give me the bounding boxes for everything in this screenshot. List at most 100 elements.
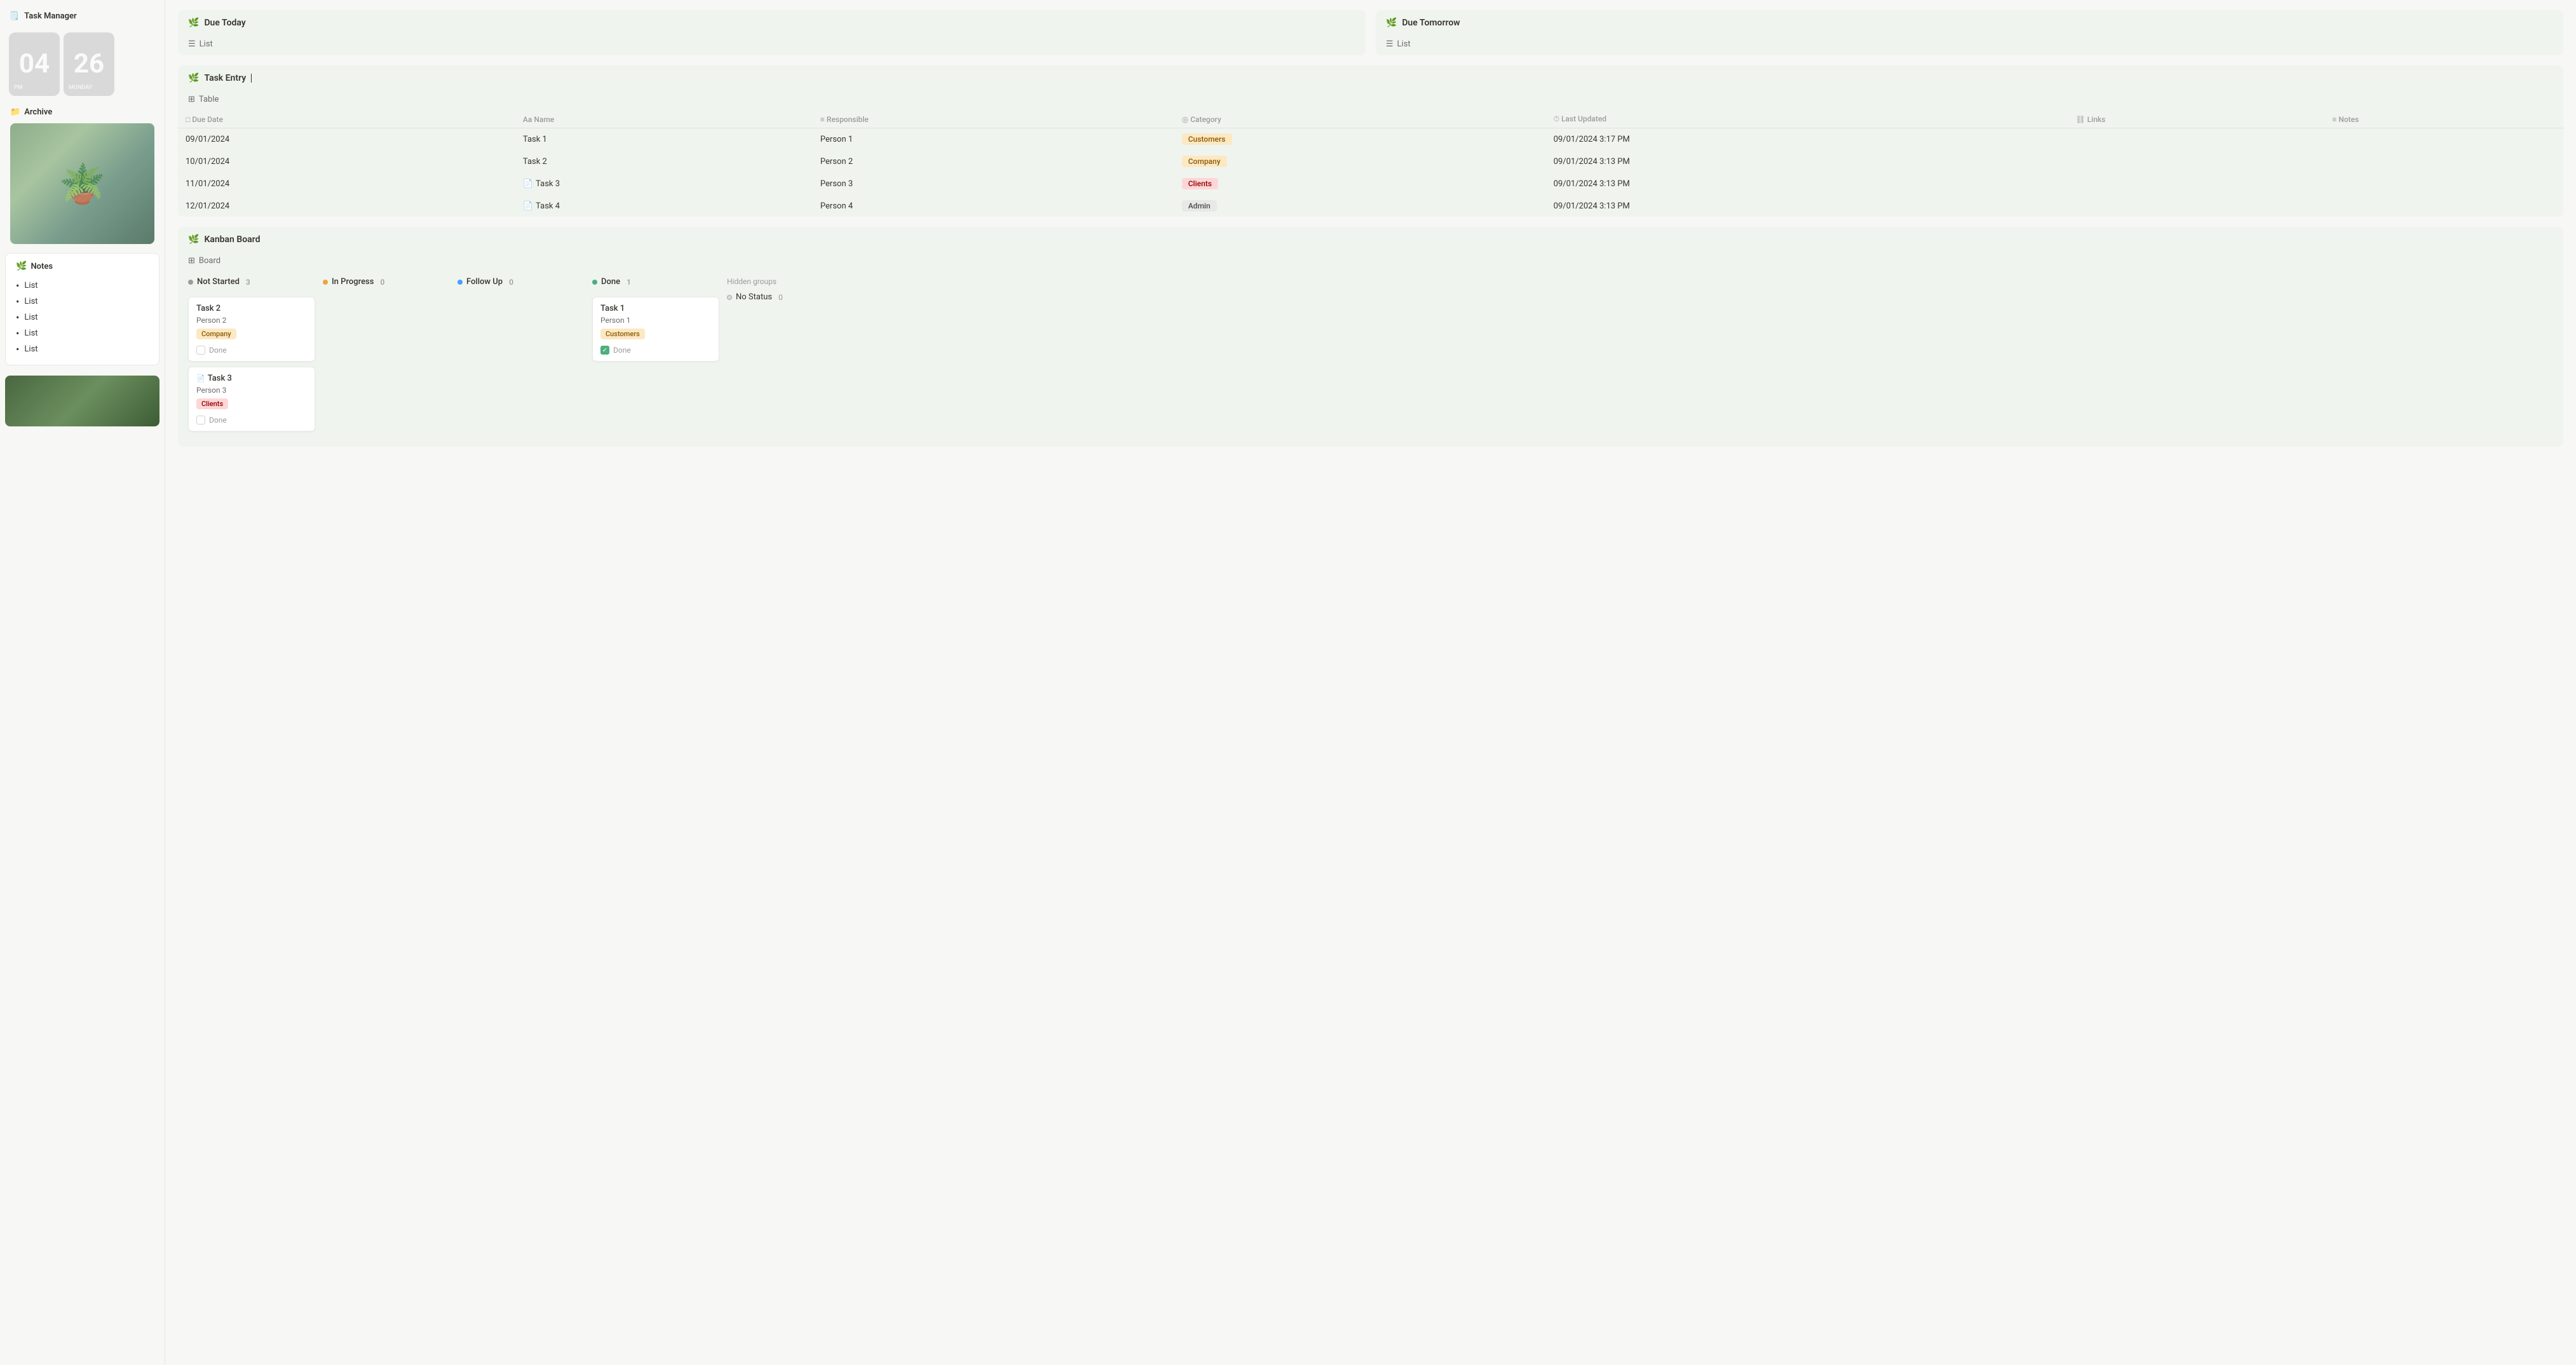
kanban-column-count-done: 1 <box>627 278 631 287</box>
calendar-icon: □ <box>186 115 190 124</box>
kanban-card-person: Person 3 <box>196 386 307 395</box>
kanban-done-checkbox[interactable] <box>196 346 205 355</box>
notes-item-4[interactable]: List <box>16 325 149 341</box>
table-row[interactable]: 10/01/2024 Task 2 Person 2 Company 09/01… <box>178 151 2563 173</box>
kanban-title: Kanban Board <box>204 234 260 245</box>
cell-links <box>2068 195 2325 217</box>
kanban-column-label-follow-up: Follow Up <box>466 277 503 287</box>
cell-category: Customers <box>1174 128 1546 151</box>
kanban-card-title: Task 2 <box>196 304 307 313</box>
due-tomorrow-section: 🌿 Due Tomorrow ☰ List <box>1376 10 2563 55</box>
kanban-card-badge: Customers <box>600 329 645 339</box>
kanban-view-label: Board <box>199 256 220 266</box>
kanban-done-row: Done <box>600 346 711 355</box>
status-dot-follow-up <box>458 280 463 285</box>
due-today-view-label: List <box>200 39 213 49</box>
link-icon: ⛓ <box>2076 115 2085 124</box>
kanban-card[interactable]: 📄Task 3 Person 3 Clients Done <box>188 367 315 431</box>
kanban-card-person: Person 2 <box>196 316 307 325</box>
kanban-column-count-not-started: 3 <box>246 278 250 287</box>
cell-due-date: 10/01/2024 <box>178 151 515 173</box>
table-row[interactable]: 11/01/2024 📄Task 3 Person 3 Clients 09/0… <box>178 173 2563 195</box>
kanban-column-follow-up: Follow Up 0 <box>458 272 585 437</box>
kanban-done-label: Done <box>209 416 227 424</box>
due-today-view[interactable]: ☰ List <box>178 36 1366 55</box>
kanban-header: 🌿 Kanban Board <box>178 227 2563 252</box>
cell-category: Admin <box>1174 195 1546 217</box>
kanban-done-checkbox[interactable] <box>600 346 609 355</box>
task-entry-view[interactable]: ⊞ Table <box>178 91 2563 111</box>
due-tomorrow-header: 🌿 Due Tomorrow <box>1376 10 2563 36</box>
cell-notes <box>2324 151 2563 173</box>
notes-list: List List List List List <box>16 278 149 357</box>
kanban-card[interactable]: Task 2 Person 2 Company Done <box>188 297 315 362</box>
text-icon: Aa <box>523 115 532 124</box>
clock-minute: 26 <box>74 51 104 78</box>
app-title: 🗒️ Task Manager <box>0 8 165 27</box>
kanban-column-not-started: Not Started 3 Task 2 Person 2 Company Do… <box>188 272 315 437</box>
col-notes[interactable]: ≡ Notes <box>2324 111 2563 128</box>
notes-icon: 🌿 <box>16 261 27 271</box>
no-status-label: No Status <box>736 292 772 302</box>
cell-links <box>2068 151 2325 173</box>
col-name[interactable]: Aa Name <box>515 111 813 128</box>
table-row[interactable]: 12/01/2024 📄Task 4 Person 4 Admin 09/01/… <box>178 195 2563 217</box>
notes-title: 🌿 Notes <box>16 261 149 271</box>
no-status-dot <box>727 295 732 300</box>
clock-hour: 04 <box>19 51 50 78</box>
notes-item-2[interactable]: List <box>16 294 149 309</box>
clock-widget: 04 PM 26 MONDAY <box>0 27 165 105</box>
cell-responsible: Person 2 <box>813 151 1174 173</box>
notes-label: Notes <box>31 262 53 271</box>
card-doc-icon: 📄 <box>196 374 205 383</box>
cell-links <box>2068 128 2325 151</box>
cell-notes <box>2324 195 2563 217</box>
cell-name: Task 2 <box>515 151 813 173</box>
col-category[interactable]: ◎ Category <box>1174 111 1546 128</box>
clock-period: PM <box>14 85 23 91</box>
cell-responsible: Person 4 <box>813 195 1174 217</box>
status-dot-in-progress <box>323 280 328 285</box>
col-links[interactable]: ⛓ Links <box>2068 111 2325 128</box>
status-dot-not-started <box>188 280 193 285</box>
archive-image-placeholder: 🪴 <box>10 123 154 244</box>
due-today-header: 🌿 Due Today <box>178 10 1366 36</box>
kanban-column-header-not-started: Not Started 3 <box>188 272 315 292</box>
notes-item-1[interactable]: List <box>16 278 149 294</box>
cursor <box>251 74 252 83</box>
kanban-column-label-in-progress: In Progress <box>332 277 374 287</box>
notes-item-5[interactable]: List <box>16 341 149 357</box>
bottom-decorative-image <box>5 376 159 426</box>
col-due-date[interactable]: □ Due Date <box>178 111 515 128</box>
kanban-card[interactable]: Task 1 Person 1 Customers Done <box>592 297 719 362</box>
kanban-done-row: Done <box>196 346 307 355</box>
cell-responsible: Person 1 <box>813 128 1174 151</box>
notes-item-3[interactable]: List <box>16 309 149 325</box>
due-tomorrow-title: Due Tomorrow <box>1402 18 1460 28</box>
due-tomorrow-view[interactable]: ☰ List <box>1376 36 2563 55</box>
kanban-done-label: Done <box>613 346 631 355</box>
kanban-done-checkbox[interactable] <box>196 416 205 424</box>
doc-icon: 📄 <box>523 201 533 211</box>
kanban-card-title: 📄Task 3 <box>196 374 307 383</box>
cell-category: Clients <box>1174 173 1546 195</box>
due-today-icon: 🌿 <box>188 18 199 28</box>
kanban-card-title: Task 1 <box>600 304 711 313</box>
hidden-groups-title: Hidden groups <box>727 277 829 286</box>
table-row[interactable]: 09/01/2024 Task 1 Person 1 Customers 09/… <box>178 128 2563 151</box>
board-icon: ⊞ <box>188 256 195 266</box>
kanban-view[interactable]: ⊞ Board <box>178 252 2563 272</box>
cell-links <box>2068 173 2325 195</box>
col-responsible[interactable]: ≡ Responsible <box>813 111 1174 128</box>
table-header-row: □ Due Date Aa Name ≡ Responsible ◎ <box>178 111 2563 128</box>
col-last-updated[interactable]: ⏱ Last Updated <box>1546 111 2068 128</box>
status-dot-done <box>592 280 597 285</box>
no-status-group[interactable]: No Status 0 <box>727 292 829 302</box>
due-tomorrow-icon: 🌿 <box>1386 18 1397 28</box>
task-table: □ Due Date Aa Name ≡ Responsible ◎ <box>178 111 2563 217</box>
archive-header[interactable]: 📁 Archive <box>5 105 159 119</box>
notes-col-icon: ≡ <box>2332 115 2336 124</box>
cell-last-updated: 09/01/2024 3:13 PM <box>1546 195 2068 217</box>
cell-name: 📄Task 4 <box>515 195 813 217</box>
kanban-columns: Not Started 3 Task 2 Person 2 Company Do… <box>178 272 2563 447</box>
